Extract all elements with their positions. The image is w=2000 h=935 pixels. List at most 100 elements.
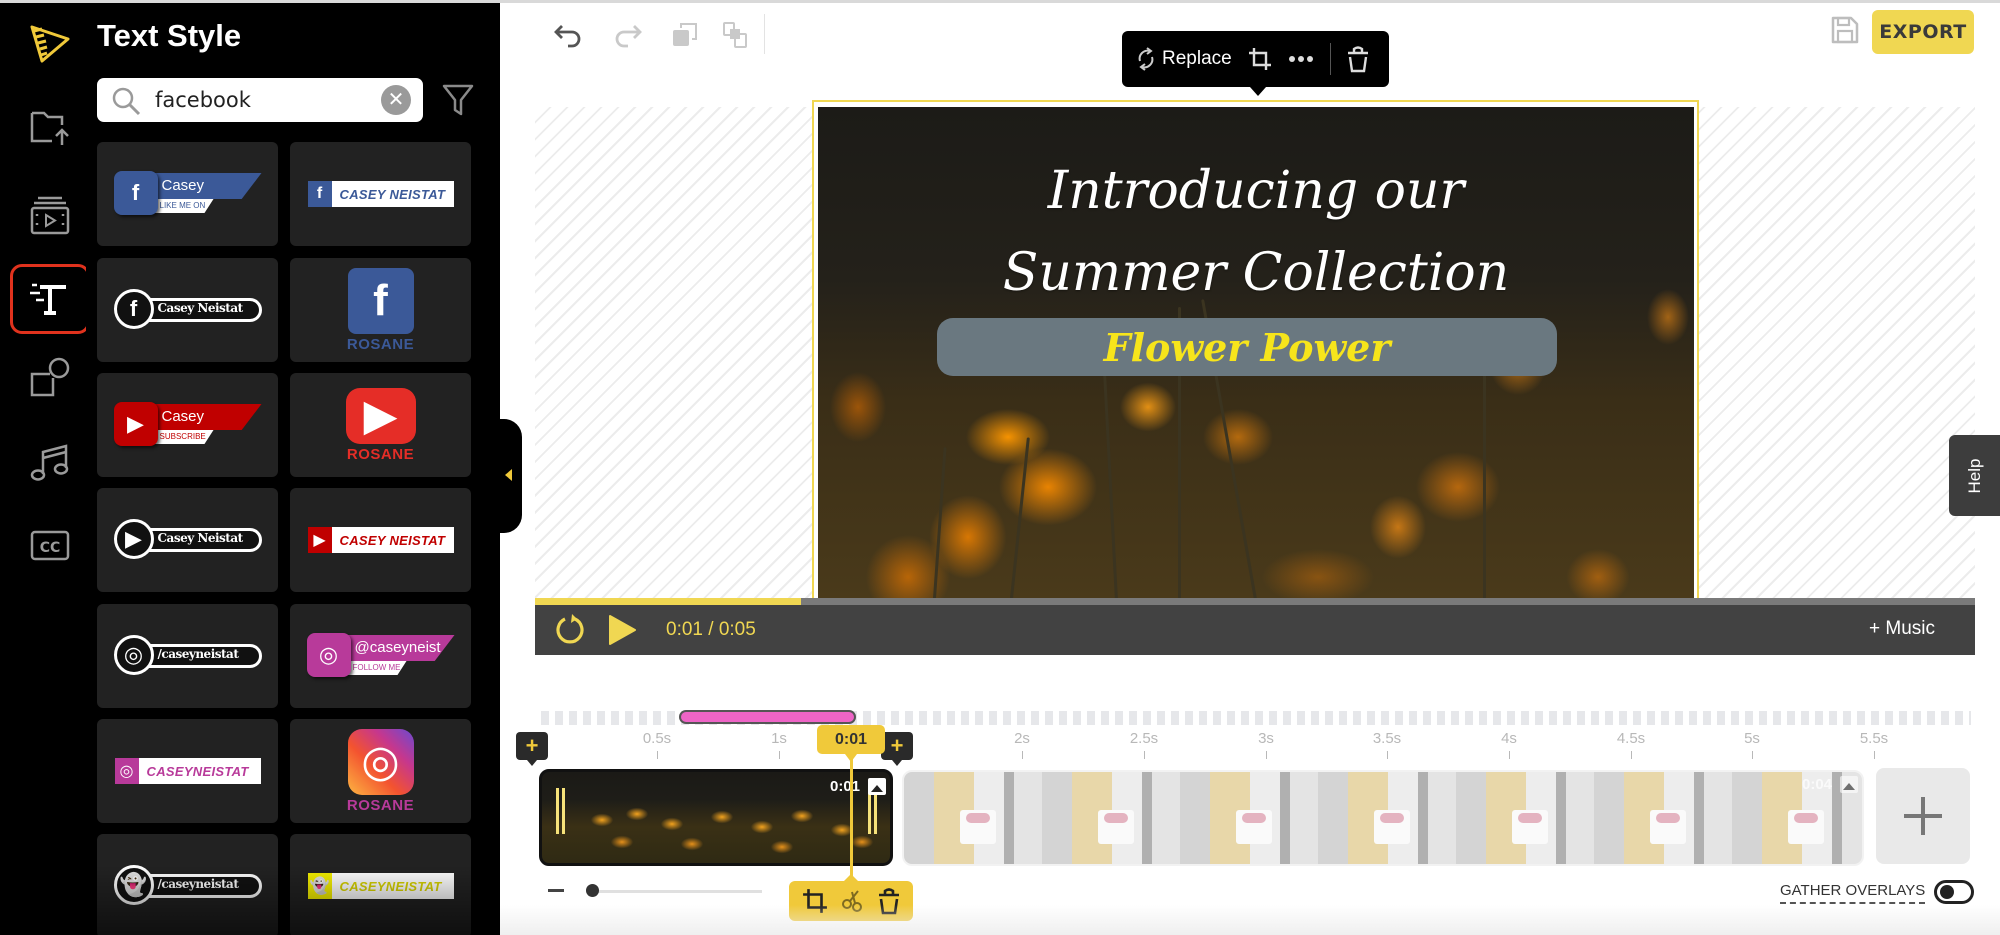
trim-clip-button[interactable] [802, 888, 828, 914]
more-icon [1288, 56, 1313, 62]
clear-search-button[interactable]: ✕ [381, 85, 411, 115]
facebook-icon: f [347, 267, 414, 334]
search-icon [112, 87, 141, 116]
rail-item-captions[interactable]: CC [10, 510, 90, 580]
undo-button[interactable] [552, 18, 586, 52]
headline-text[interactable]: Introducing our Summer Collection [818, 150, 1694, 314]
playhead-time[interactable]: 0:01 [817, 725, 885, 762]
zoom-out-button[interactable] [548, 889, 564, 892]
bring-forward-button[interactable] [668, 18, 702, 52]
youtube-icon: ▶ [345, 387, 416, 444]
add-clip-button[interactable] [1876, 768, 1970, 864]
replay-icon[interactable] [553, 613, 587, 647]
top-border [0, 0, 2000, 3]
redo-icon [615, 25, 642, 48]
panel-title: Text Style [97, 18, 242, 53]
zoom-slider[interactable] [592, 890, 762, 893]
ruler-tick [1874, 751, 1875, 759]
text-style-card-facebook-pill[interactable]: f Casey Neistat [97, 258, 278, 362]
rail-item-elements[interactable] [10, 343, 90, 413]
context-toolbar: Replace [1122, 31, 1389, 96]
trim-handle-left[interactable] [556, 788, 559, 834]
rail-item-uploads[interactable] [10, 92, 90, 162]
clip-tools [789, 874, 913, 921]
add-music-button[interactable]: + Music [1869, 618, 1935, 640]
facebook-icon: f [307, 181, 332, 207]
banner-text: Flower Power [1103, 324, 1391, 370]
time-readout: 0:01 / 0:05 [666, 619, 756, 641]
ruler-tick [1144, 751, 1145, 759]
flag-preview: ▶ Casey SUBSCRIBE [113, 400, 262, 450]
playback-progress[interactable] [535, 598, 1975, 605]
text-style-card-snapchat-pill[interactable]: 👻 /caseyneistat [97, 834, 278, 935]
search-input[interactable] [155, 84, 365, 116]
replace-button[interactable]: Replace [1136, 47, 1232, 71]
ruler-tick [1509, 751, 1510, 759]
text-style-card-facebook-flag[interactable]: f Casey LIKE ME ON [97, 142, 278, 246]
context-divider [1329, 43, 1331, 75]
facebook-icon: f [113, 171, 158, 215]
play-icon[interactable] [607, 614, 637, 646]
delete-element-button[interactable] [1347, 45, 1369, 73]
image-icon [868, 778, 886, 795]
text-style-card-youtube-logo[interactable]: ▶ ROSANE [290, 373, 471, 477]
text-style-card-youtube-flag[interactable]: ▶ Casey SUBSCRIBE [97, 373, 278, 477]
logo-preview: ▶ ROSANE [345, 387, 416, 463]
text-style-card-instagram-pill[interactable]: ◎ /caseyneistat [97, 604, 278, 708]
svg-text:CC: CC [40, 540, 61, 556]
text-style-card-youtube-pill[interactable]: ▶ Casey Neistat [97, 488, 278, 592]
text-style-card-snapchat-strip[interactable]: 👻 CASEYNEISTAT [290, 834, 471, 935]
help-tab[interactable]: Help [1949, 435, 2000, 516]
instagram-icon: ◎ [113, 635, 154, 675]
more-button[interactable] [1288, 55, 1314, 63]
timeline-clip-flowers[interactable]: 0:01 [539, 769, 893, 866]
add-before-button[interactable]: + [516, 732, 548, 766]
ruler-label: 2.5s [1129, 730, 1159, 747]
collapse-panel-handle[interactable] [500, 419, 522, 533]
text-style-card-instagram-strip[interactable]: ◎ CASEYNEISTAT [97, 719, 278, 823]
zoom-slider-knob[interactable] [586, 884, 599, 897]
rail-item-music[interactable] [10, 427, 90, 497]
rail-item-text[interactable] [10, 264, 90, 334]
playback-progress-fill [535, 598, 802, 605]
app-logo[interactable] [10, 8, 90, 78]
text-style-card-facebook-logo[interactable]: f ROSANE [290, 258, 471, 362]
split-clip-button[interactable] [842, 889, 864, 913]
send-backward-button[interactable] [718, 18, 752, 52]
text-overlay-clip[interactable] [679, 710, 856, 724]
clip-duration: 0:04 [1802, 776, 1833, 793]
delete-clip-button[interactable] [878, 887, 900, 915]
gather-overlays-label[interactable]: GATHER OVERLAYS [1780, 882, 1926, 904]
ruler-label: 4s [1501, 730, 1517, 747]
add-between-button[interactable]: + [881, 732, 913, 766]
text-style-icon [30, 283, 66, 315]
card-label: Casey [151, 404, 262, 430]
headline-line-2: Summer Collection [1002, 243, 1510, 303]
export-button[interactable]: EXPORT [1872, 10, 1974, 54]
card-label: /caseyneistat [157, 647, 239, 661]
rail-item-media[interactable] [10, 180, 90, 250]
headline-line-1: Introducing our [1047, 161, 1465, 221]
save-icon[interactable] [1830, 15, 1860, 45]
ruler-label: 2s [1014, 730, 1030, 747]
gather-overlays-toggle[interactable] [1934, 880, 1974, 904]
timeline-clip-handbag[interactable] [902, 770, 1864, 866]
playhead[interactable] [850, 754, 853, 884]
send-backward-icon [723, 22, 747, 48]
banner-overlay[interactable]: Flower Power [937, 318, 1557, 376]
pill-preview: ◎ /caseyneistat [113, 635, 262, 675]
instagram-icon: ◎ [306, 633, 351, 677]
text-style-card-youtube-strip[interactable]: ▶ CASEY NEISTAT [290, 488, 471, 592]
instagram-icon: ◎ [347, 728, 414, 795]
text-style-card-instagram-flag[interactable]: ◎ @caseyneist FOLLOW ME [290, 604, 471, 708]
filter-icon[interactable] [442, 83, 474, 117]
card-label: Casey [151, 173, 262, 199]
crop-button[interactable] [1248, 47, 1272, 71]
text-style-card-instagram-logo[interactable]: ◎ ROSANE [290, 719, 471, 823]
text-style-card-facebook-strip[interactable]: f CASEY NEISTAT [290, 142, 471, 246]
pill-preview: 👻 /caseyneistat [113, 865, 262, 905]
strip-preview: f CASEY NEISTAT [307, 181, 454, 207]
ruler-label: 3.5s [1372, 730, 1402, 747]
redo-button[interactable] [610, 18, 644, 52]
card-label: @caseyneist [344, 635, 455, 661]
